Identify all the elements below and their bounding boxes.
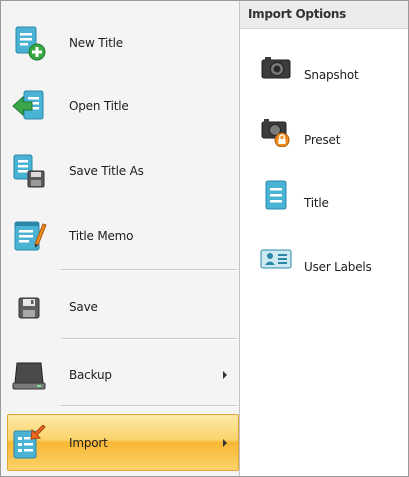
user-labels-icon <box>260 249 292 269</box>
menu-separator-highlight <box>61 339 237 340</box>
menu-item-title-memo[interactable]: Title Memo <box>7 208 239 264</box>
menu-separator-highlight <box>61 270 237 271</box>
file-menu-dropdown: New Title Open Title Save Title As Title… <box>0 0 409 477</box>
preset-camera-lock-icon <box>261 119 290 147</box>
import-option-user-labels[interactable]: User Labels <box>240 241 408 291</box>
import-option-label: User Labels <box>304 260 372 274</box>
menu-item-backup[interactable]: Backup <box>7 347 239 403</box>
title-document-icon <box>265 180 287 210</box>
panel-header-title: Import Options <box>248 7 347 21</box>
import-options-panel: Import Options Snapshot Preset Title Use… <box>240 1 408 476</box>
menu-item-save[interactable]: Save <box>7 279 239 335</box>
import-option-label: Title <box>304 196 329 210</box>
menu-item-save-title-as[interactable]: Save Title As <box>7 143 239 199</box>
menu-item-label: Backup <box>69 368 112 382</box>
menu-item-open-title[interactable]: Open Title <box>7 78 239 134</box>
import-icon <box>13 424 46 458</box>
menu-item-label: Save Title As <box>69 164 144 178</box>
import-option-label: Preset <box>304 133 341 147</box>
menu-item-label: Title Memo <box>69 229 134 243</box>
menu-separator-highlight <box>61 406 237 407</box>
import-option-snapshot[interactable]: Snapshot <box>240 49 408 99</box>
menu-item-label: New Title <box>69 36 123 50</box>
save-title-as-icon <box>13 154 45 188</box>
submenu-arrow-icon <box>223 438 227 447</box>
submenu-arrow-icon <box>223 371 227 379</box>
import-option-label: Snapshot <box>304 68 359 82</box>
file-menu-commands: New Title Open Title Save Title As Title… <box>1 1 240 476</box>
menu-item-label: Save <box>69 300 98 314</box>
save-icon <box>18 297 40 319</box>
open-title-icon <box>12 90 44 120</box>
import-option-preset[interactable]: Preset <box>240 113 408 163</box>
menu-item-import[interactable]: Import <box>7 414 239 471</box>
menu-item-new-title[interactable]: New Title <box>7 15 239 71</box>
backup-icon <box>12 362 46 390</box>
menu-item-label: Open Title <box>69 99 129 113</box>
import-option-title[interactable]: Title <box>240 177 408 227</box>
new-title-icon <box>15 26 46 61</box>
camera-icon <box>261 57 291 79</box>
panel-header: Import Options <box>240 1 408 29</box>
title-memo-icon <box>14 221 47 251</box>
menu-item-label: Import <box>69 435 108 450</box>
